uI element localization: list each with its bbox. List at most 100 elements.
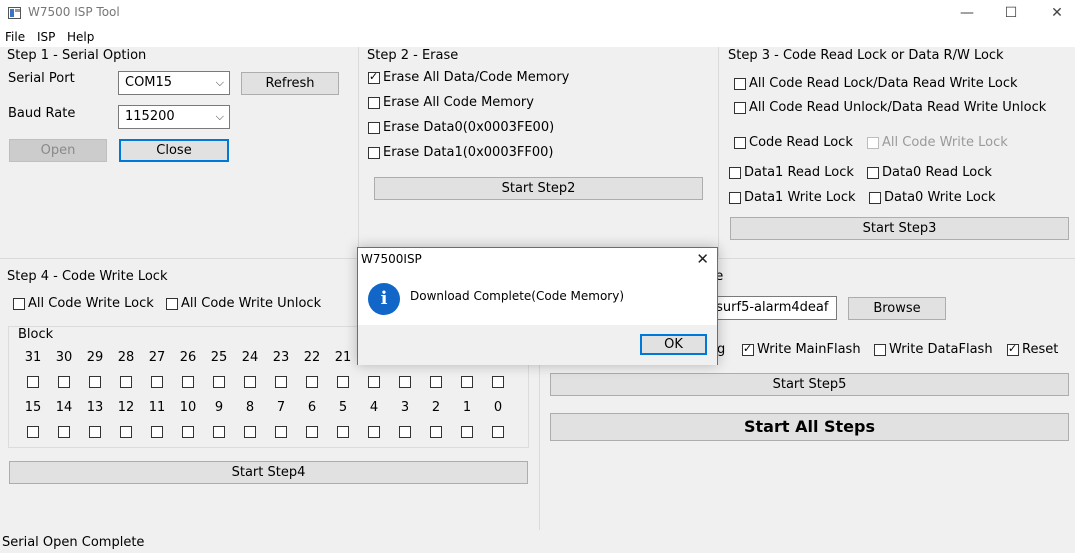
block-bit-checkbox[interactable]: [58, 426, 70, 438]
block-bit-label: 24: [241, 350, 259, 365]
menu-file[interactable]: File: [5, 30, 25, 44]
block-bit-checkbox[interactable]: [213, 376, 225, 388]
start-all-steps-button[interactable]: Start All Steps: [550, 413, 1069, 441]
close-button[interactable]: Close: [119, 139, 229, 162]
block-bit-label: 15: [24, 400, 42, 415]
block-bit-checkbox[interactable]: [430, 376, 442, 388]
block-bit-checkbox[interactable]: [430, 426, 442, 438]
block-bit-checkbox[interactable]: [27, 376, 39, 388]
reset-checkbox[interactable]: Reset: [1007, 342, 1058, 357]
block-bit-checkbox[interactable]: [399, 376, 411, 388]
write-dataflash-checkbox[interactable]: Write DataFlash: [874, 342, 993, 357]
minimize-button[interactable]: —: [944, 0, 990, 27]
info-icon: i: [368, 283, 400, 315]
ok-button[interactable]: OK: [640, 334, 707, 355]
checkbox-label: Erase All Code Memory: [383, 95, 534, 110]
block-bit-checkbox[interactable]: [120, 376, 132, 388]
block-bit-checkbox[interactable]: [151, 376, 163, 388]
data1-read-lock-checkbox[interactable]: Data1 Read Lock: [729, 165, 854, 180]
checkbox-label: Erase Data1(0x0003FF00): [383, 145, 554, 160]
all-code-write-lock-checkbox[interactable]: All Code Write Lock: [13, 296, 154, 311]
block-bit-checkbox[interactable]: [461, 376, 473, 388]
menu-help[interactable]: Help: [67, 30, 94, 44]
all-lock-checkbox[interactable]: All Code Read Lock/Data Read Write Lock: [734, 76, 1018, 91]
checkbox-label: Data0 Write Lock: [884, 190, 996, 205]
block-bit-checkbox[interactable]: [461, 426, 473, 438]
erase-code-checkbox[interactable]: Erase All Code Memory: [368, 95, 534, 110]
checkbox-box: [734, 77, 746, 90]
block-bit-label: 13: [86, 400, 104, 415]
code-read-lock-checkbox[interactable]: Code Read Lock: [734, 135, 853, 150]
block-bit-checkbox[interactable]: [275, 426, 287, 438]
block-bit-label: 31: [24, 350, 42, 365]
block-bit-checkbox[interactable]: [492, 426, 504, 438]
file-path-input[interactable]: s\surf5-alarm4deaf: [700, 296, 837, 320]
block-bit-checkbox[interactable]: [306, 376, 318, 388]
close-window-button[interactable]: ✕: [1034, 0, 1075, 27]
block-bit-label: 27: [148, 350, 166, 365]
erase-all-checkbox[interactable]: Erase All Data/Code Memory: [368, 70, 569, 85]
block-bit-checkbox[interactable]: [306, 426, 318, 438]
checkbox-box: [867, 136, 879, 149]
block-bit-checkbox[interactable]: [399, 426, 411, 438]
refresh-button[interactable]: Refresh: [241, 72, 339, 95]
block-bit-checkbox[interactable]: [492, 376, 504, 388]
block-bit-checkbox[interactable]: [182, 376, 194, 388]
block-bit-checkbox[interactable]: [27, 426, 39, 438]
data0-read-lock-checkbox[interactable]: Data0 Read Lock: [867, 165, 992, 180]
block-bit-checkbox[interactable]: [58, 376, 70, 388]
block-bit-checkbox[interactable]: [368, 426, 380, 438]
checkbox-label: All Code Read Unlock/Data Read Write Unl…: [749, 100, 1047, 115]
start-step5-button[interactable]: Start Step5: [550, 373, 1069, 396]
checkbox-box: [13, 297, 25, 310]
block-bit-checkbox[interactable]: [275, 376, 287, 388]
block-bit-label: 4: [369, 400, 379, 415]
block-bit-checkbox[interactable]: [337, 426, 349, 438]
app-icon: [8, 7, 21, 19]
start-step4-button[interactable]: Start Step4: [9, 461, 528, 484]
block-bit-checkbox[interactable]: [120, 426, 132, 438]
block-bit-checkbox[interactable]: [244, 426, 256, 438]
maximize-button[interactable]: ☐: [988, 0, 1034, 27]
block-bit-checkbox[interactable]: [89, 426, 101, 438]
browse-button[interactable]: Browse: [848, 297, 946, 320]
dialog-close-icon[interactable]: ✕: [696, 250, 709, 268]
block-bit-label: 26: [179, 350, 197, 365]
checkbox-box: [729, 191, 741, 204]
data0-write-lock-checkbox[interactable]: Data0 Write Lock: [869, 190, 996, 205]
checkbox-label: Write MainFlash: [757, 342, 861, 357]
block-bit-checkbox[interactable]: [244, 376, 256, 388]
menu-isp[interactable]: ISP: [37, 30, 55, 44]
start-step3-button[interactable]: Start Step3: [730, 217, 1069, 240]
block-bit-label: 0: [493, 400, 503, 415]
status-bar: Serial Open Complete: [2, 535, 145, 550]
block-bit-checkbox[interactable]: [213, 426, 225, 438]
erase-data0-checkbox[interactable]: Erase Data0(0x0003FE00): [368, 120, 554, 135]
data1-write-lock-checkbox[interactable]: Data1 Write Lock: [729, 190, 856, 205]
erase-data1-checkbox[interactable]: Erase Data1(0x0003FF00): [368, 145, 553, 160]
open-button[interactable]: Open: [9, 139, 107, 162]
window-title: W7500 ISP Tool: [28, 5, 120, 19]
checkbox-box: [368, 70, 380, 84]
menu-bar: [0, 27, 1075, 47]
block-bit-checkbox[interactable]: [89, 376, 101, 388]
step1-title: Step 1 - Serial Option: [7, 48, 147, 63]
checkbox-box: [1007, 342, 1019, 356]
block-bit-checkbox[interactable]: [368, 376, 380, 388]
block-bit-label: 21: [334, 350, 352, 365]
checkbox-label: Erase All Data/Code Memory: [383, 70, 570, 85]
checkbox-label: Data0 Read Lock: [882, 165, 992, 180]
baud-rate-combo[interactable]: 115200 ⌵: [118, 105, 230, 129]
separator: [358, 47, 359, 257]
serial-port-combo[interactable]: COM15 ⌵: [118, 71, 230, 95]
block-bit-checkbox[interactable]: [151, 426, 163, 438]
block-bit-checkbox[interactable]: [182, 426, 194, 438]
checkbox-box: [867, 166, 879, 179]
all-unlock-checkbox[interactable]: All Code Read Unlock/Data Read Write Unl…: [734, 100, 1046, 115]
start-step2-button[interactable]: Start Step2: [374, 177, 703, 200]
block-bit-label: 7: [276, 400, 286, 415]
block-bit-checkbox[interactable]: [337, 376, 349, 388]
write-mainflash-checkbox[interactable]: Write MainFlash: [742, 342, 861, 357]
all-code-write-unlock-checkbox[interactable]: All Code Write Unlock: [166, 296, 321, 311]
dialog-footer: OK: [358, 325, 717, 365]
